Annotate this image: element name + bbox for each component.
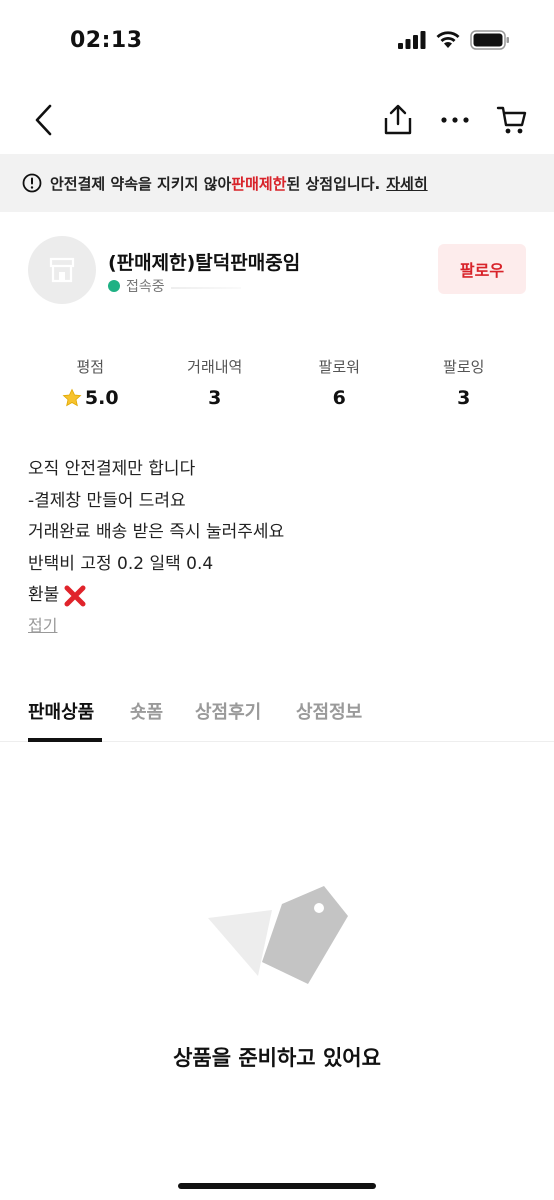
nav-bar (0, 90, 554, 150)
more-icon (441, 117, 469, 123)
empty-price-tag-icon (208, 886, 348, 984)
stat-following[interactable]: 팔로잉 3 (402, 356, 527, 409)
stat-value: 5.0 (84, 387, 119, 409)
description-line: 환불 (28, 585, 60, 605)
online-dot-icon (108, 280, 120, 292)
store-icon (49, 257, 75, 283)
status-divider (170, 287, 241, 289)
status-icons (398, 30, 510, 50)
online-status-label: 접속중 (126, 279, 165, 295)
tab-shortform[interactable]: 숏폼 (130, 698, 163, 724)
cart-icon (496, 106, 527, 134)
battery-icon (470, 30, 509, 50)
warning-icon (22, 173, 42, 193)
stat-label: 팔로잉 (443, 358, 485, 376)
home-indicator (178, 1183, 376, 1189)
avatar[interactable] (28, 236, 96, 304)
back-button[interactable] (24, 100, 64, 140)
signal-icon (398, 31, 426, 49)
wifi-icon (436, 31, 460, 48)
stat-followers[interactable]: 팔로워 6 (277, 356, 402, 409)
shop-description: 오직 안전결제만 합니다 -결제창 만들어 드려요 거래완료 배송 받은 즉시 … (28, 454, 526, 612)
banner-highlight: 판매제한 (231, 174, 287, 193)
tab-reviews[interactable]: 상점후기 (195, 698, 261, 724)
cross-mark-icon (63, 584, 87, 608)
chevron-left-icon (35, 104, 52, 136)
empty-state-message: 상품을 준비하고 있어요 (173, 1046, 381, 1070)
banner-details-link[interactable]: 자세히 (386, 173, 427, 194)
description-line: 반택비 고정 0.2 일택 0.4 (28, 553, 214, 574)
stat-value: 6 (332, 387, 346, 409)
stat-rating[interactable]: 평점 5.0 (28, 356, 153, 409)
tab-shop-info[interactable]: 상점정보 (296, 698, 362, 724)
follow-button[interactable]: 팔로우 (438, 244, 526, 294)
status-time: 02:13 (70, 28, 143, 53)
description-line-last: 환불 (28, 580, 526, 612)
shop-name: (판매제한)탈덕판매중임 (108, 252, 301, 274)
shop-profile: (판매제한)탈덕판매중임 접속중 팔로우 (28, 236, 526, 306)
description-line: 거래완료 배송 받은 즉시 눌러주세요 (28, 522, 285, 542)
restriction-banner: 안전결제 약속을 지키지 않아 판매제한 된 상점입니다. 자세히 (0, 154, 554, 212)
tab-products[interactable]: 판매상품 (28, 698, 94, 724)
banner-text-suffix: 된 상점입니다. (286, 174, 381, 193)
stat-value: 3 (457, 387, 471, 409)
stat-transactions[interactable]: 거래내역 3 (153, 356, 278, 409)
stat-value: 3 (208, 387, 222, 409)
share-icon (384, 104, 412, 135)
status-bar: 02:13 (0, 0, 554, 84)
active-tab-indicator (28, 738, 102, 742)
fold-link[interactable]: 접기 (28, 612, 57, 636)
description-line: 오직 안전결제만 합니다 (28, 459, 196, 479)
shop-tabs: 판매상품 숏폼 상점후기 상점정보 (0, 694, 554, 742)
more-button[interactable] (435, 100, 475, 140)
shop-stats: 평점 5.0 거래내역 3 팔로워 6 팔로잉 3 (28, 356, 526, 409)
cart-button[interactable] (492, 100, 532, 140)
banner-text-prefix: 안전결제 약속을 지키지 않아 (50, 174, 232, 193)
stat-label: 팔로워 (318, 358, 360, 376)
star-icon (62, 388, 82, 408)
online-status: 접속중 (108, 276, 241, 296)
stat-label: 평점 (76, 358, 105, 376)
share-button[interactable] (378, 100, 418, 140)
stat-label: 거래내역 (187, 358, 243, 376)
description-line: -결제창 만들어 드려요 (28, 490, 186, 511)
